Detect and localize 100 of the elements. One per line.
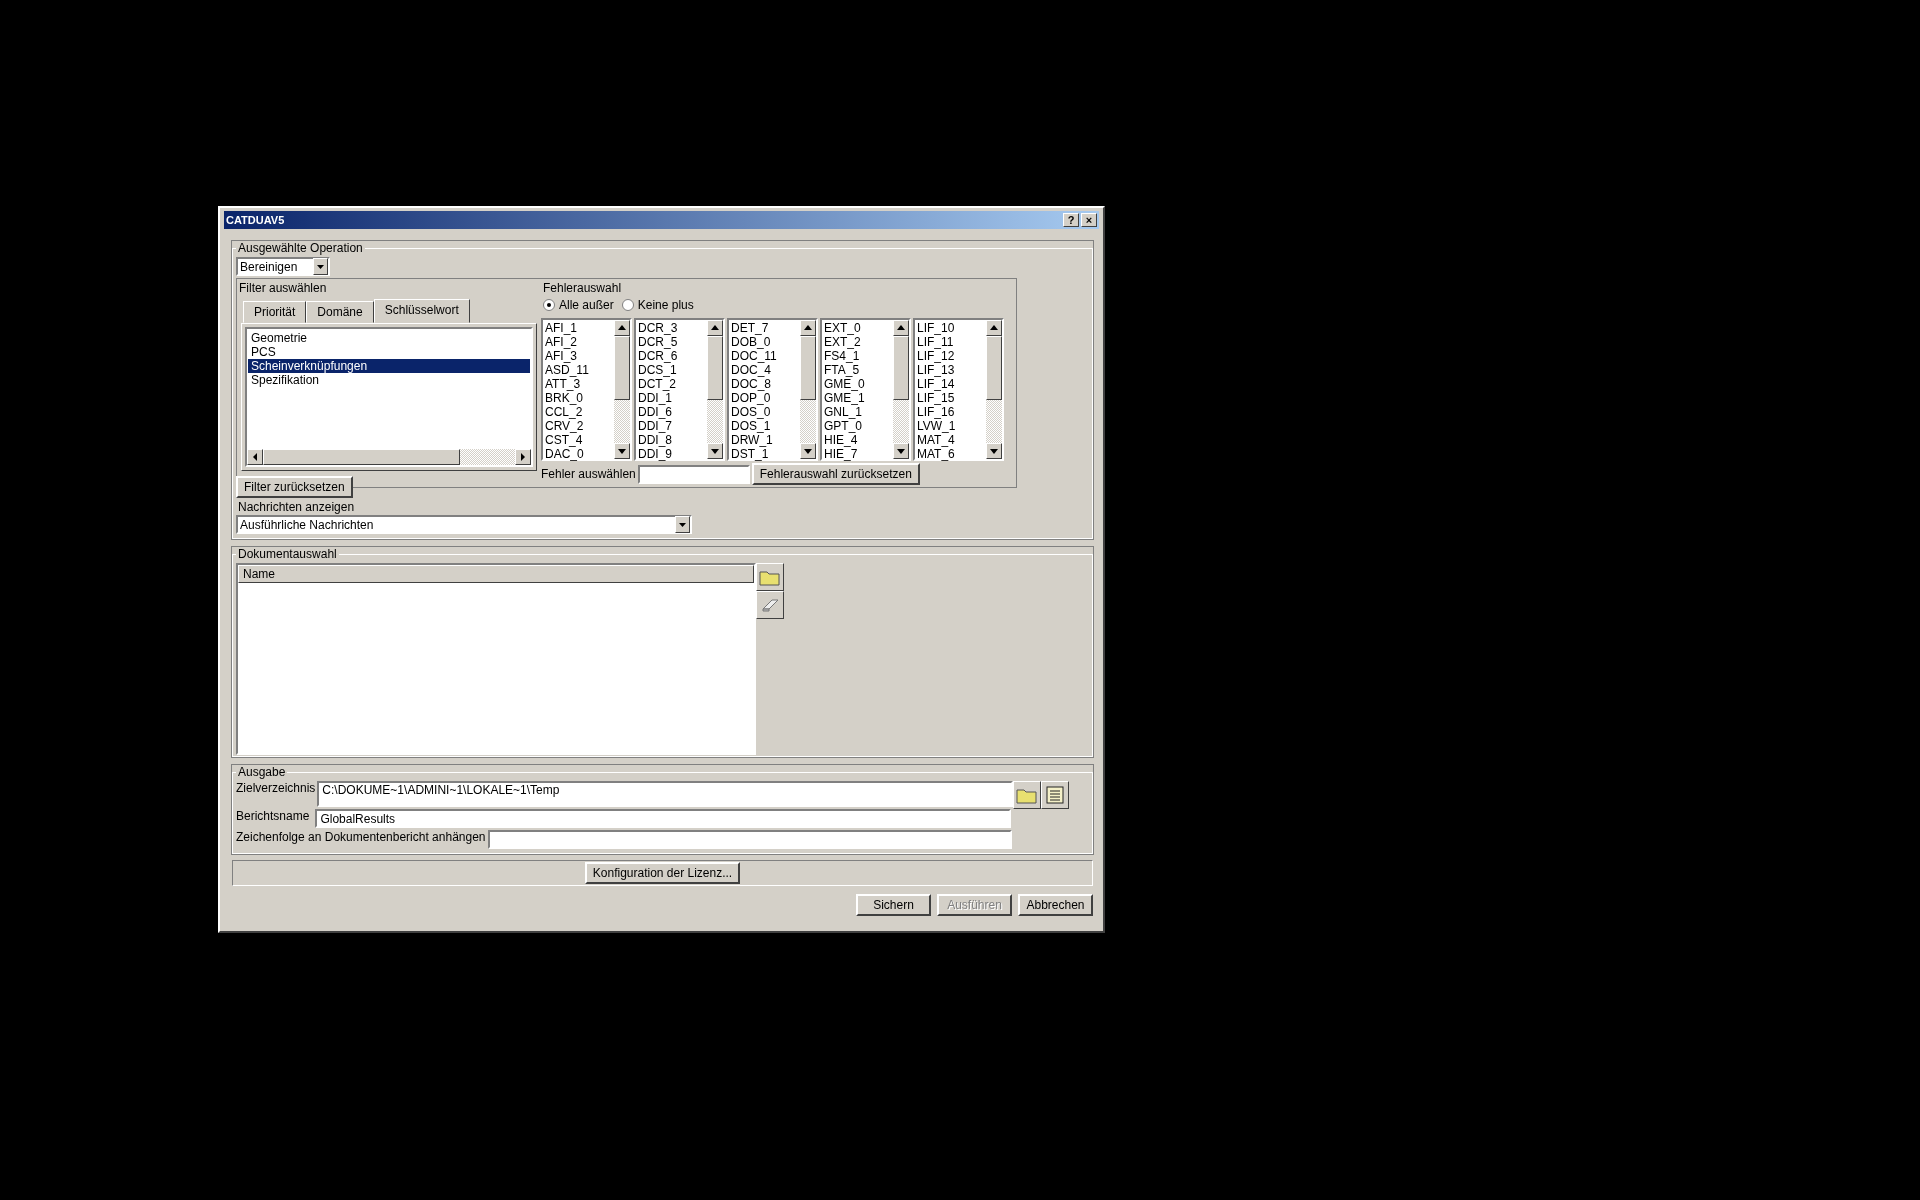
operation-dropdown[interactable]: Bereinigen	[236, 257, 330, 276]
list-item[interactable]: LIF_10	[917, 321, 984, 335]
list-item[interactable]: DCT_2	[638, 377, 705, 391]
report-button[interactable]	[1041, 781, 1070, 809]
list-item[interactable]: MAT_6	[917, 447, 984, 461]
list-item[interactable]: CRV_2	[545, 419, 612, 433]
list-item[interactable]: GME_1	[824, 391, 891, 405]
list-item[interactable]: GPT_0	[824, 419, 891, 433]
scroll-thumb[interactable]	[800, 336, 816, 400]
list-item[interactable]: AFI_1	[545, 321, 612, 335]
list-item[interactable]: CCL_2	[545, 405, 612, 419]
open-folder-button[interactable]	[756, 563, 784, 591]
scroll-up-icon[interactable]	[614, 320, 630, 336]
list-item[interactable]: DCR_3	[638, 321, 705, 335]
list-item[interactable]: DRW_1	[731, 433, 798, 447]
list-item[interactable]: PCS	[248, 345, 530, 359]
list-item[interactable]: DET_7	[731, 321, 798, 335]
tab[interactable]: Schlüsselwort	[373, 299, 470, 323]
list-item[interactable]: Scheinverknüpfungen	[248, 359, 530, 373]
scroll-down-icon[interactable]	[800, 443, 816, 459]
scroll-up-icon[interactable]	[800, 320, 816, 336]
scroll-up-icon[interactable]	[986, 320, 1002, 336]
scroll-down-icon[interactable]	[986, 443, 1002, 459]
help-button[interactable]: ?	[1063, 213, 1079, 227]
list-item[interactable]: DOB_0	[731, 335, 798, 349]
scroll-down-icon[interactable]	[614, 443, 630, 459]
scroll-right-icon[interactable]	[515, 449, 531, 465]
list-item[interactable]: DCS_1	[638, 363, 705, 377]
list-item[interactable]: FS4_1	[824, 349, 891, 363]
list-item[interactable]: AFI_3	[545, 349, 612, 363]
error-search-field[interactable]	[637, 464, 750, 484]
radio-option[interactable]: Keine plus	[621, 298, 694, 312]
list-item[interactable]: LIF_16	[917, 405, 984, 419]
list-item[interactable]: DOS_0	[731, 405, 798, 419]
text-field[interactable]: C:\DOKUME~1\ADMINI~1\LOKALE~1\Temp	[317, 781, 1014, 807]
list-item[interactable]: DDI_6	[638, 405, 705, 419]
list-item[interactable]: LIF_14	[917, 377, 984, 391]
list-item[interactable]: LVW_1	[917, 419, 984, 433]
scroll-down-icon[interactable]	[707, 443, 723, 459]
list-item[interactable]: EXT_0	[824, 321, 891, 335]
list-item[interactable]: DDI_9	[638, 447, 705, 461]
list-item[interactable]: DDI_7	[638, 419, 705, 433]
scroll-down-icon[interactable]	[893, 443, 909, 459]
list-item[interactable]: DOC_8	[731, 377, 798, 391]
text-field[interactable]: GlobalResults	[315, 809, 1012, 828]
list-item[interactable]: EXT_2	[824, 335, 891, 349]
tab[interactable]: Domäne	[306, 301, 374, 323]
list-item[interactable]: DDI_1	[638, 391, 705, 405]
list-item[interactable]: LIF_13	[917, 363, 984, 377]
list-item[interactable]: Spezifikation	[248, 373, 530, 387]
list-item[interactable]: HIE_7	[824, 447, 891, 461]
list-item[interactable]: ASD_11	[545, 363, 612, 377]
scroll-thumb[interactable]	[893, 336, 909, 400]
scroll-thumb[interactable]	[707, 336, 723, 400]
scroll-thumb[interactable]	[986, 336, 1002, 400]
reset-filter-button[interactable]: Filter zurücksetzen	[236, 476, 353, 498]
erase-button[interactable]	[756, 591, 784, 619]
list-item[interactable]: DDI_8	[638, 433, 705, 447]
radio-option[interactable]: Alle außer	[543, 298, 614, 312]
horizontal-scrollbar[interactable]	[247, 449, 531, 465]
scroll-up-icon[interactable]	[707, 320, 723, 336]
list-item[interactable]: HIE_4	[824, 433, 891, 447]
scroll-left-icon[interactable]	[247, 449, 263, 465]
close-button[interactable]: ×	[1081, 213, 1097, 227]
column-header[interactable]: Name	[238, 565, 754, 583]
list-item[interactable]: DAC_0	[545, 447, 612, 461]
list-item[interactable]: ATT_3	[545, 377, 612, 391]
list-item[interactable]: LIF_15	[917, 391, 984, 405]
list-item[interactable]: DST_1	[731, 447, 798, 461]
list-item[interactable]: FTA_5	[824, 363, 891, 377]
list-item[interactable]: DOC_11	[731, 349, 798, 363]
scroll-thumb[interactable]	[263, 449, 460, 465]
scroll-thumb[interactable]	[614, 336, 630, 400]
dialog-button[interactable]: Sichern	[856, 894, 931, 916]
dialog-button[interactable]: Abbrechen	[1018, 894, 1093, 916]
list-item[interactable]: LIF_11	[917, 335, 984, 349]
text-field[interactable]	[487, 830, 1012, 849]
list-item[interactable]: DCR_5	[638, 335, 705, 349]
list-item[interactable]: BRK_0	[545, 391, 612, 405]
list-item[interactable]: LIF_12	[917, 349, 984, 363]
list-item[interactable]: DOC_4	[731, 363, 798, 377]
license-button[interactable]: Konfiguration der Lizenz...	[584, 862, 741, 884]
tab[interactable]: Priorität	[243, 301, 307, 323]
list-item[interactable]: CST_4	[545, 433, 612, 447]
browse-folder-button[interactable]	[1013, 781, 1042, 809]
radio-button[interactable]	[543, 299, 555, 311]
list-item[interactable]: DOP_0	[731, 391, 798, 405]
vertical-scrollbar[interactable]	[800, 320, 816, 459]
list-item[interactable]: GME_0	[824, 377, 891, 391]
list-item[interactable]: DOS_1	[731, 419, 798, 433]
scroll-up-icon[interactable]	[893, 320, 909, 336]
messages-dropdown[interactable]: Ausführliche Nachrichten	[236, 515, 692, 534]
vertical-scrollbar[interactable]	[707, 320, 723, 459]
vertical-scrollbar[interactable]	[986, 320, 1002, 459]
reset-errors-button[interactable]: Fehlerauswahl zurücksetzen	[751, 463, 920, 485]
list-item[interactable]: GNL_1	[824, 405, 891, 419]
list-item[interactable]: Geometrie	[248, 331, 530, 345]
vertical-scrollbar[interactable]	[614, 320, 630, 459]
vertical-scrollbar[interactable]	[893, 320, 909, 459]
list-item[interactable]: AFI_2	[545, 335, 612, 349]
